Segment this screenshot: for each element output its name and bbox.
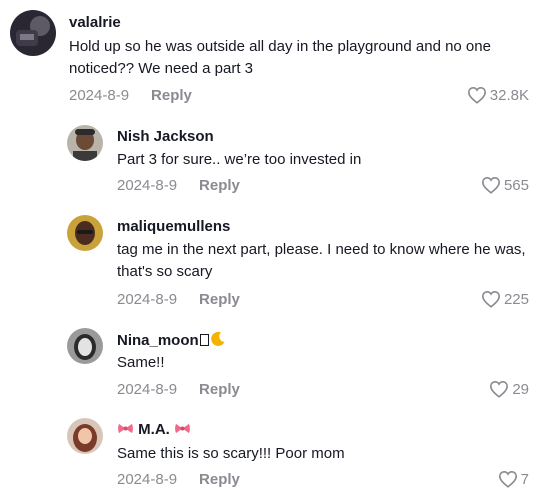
avatar[interactable]: [67, 125, 103, 161]
comment-text: Same this is so scary!!! Poor mom: [117, 445, 345, 462]
like-button[interactable]: 225: [481, 290, 529, 308]
heart-outline-icon: [481, 290, 500, 308]
like-button[interactable]: 29: [489, 380, 529, 398]
comment-meta: 2024-8-9 Reply: [69, 87, 192, 104]
like-count: 29: [512, 380, 529, 398]
comment-meta: 2024-8-9 Reply: [117, 471, 240, 488]
comment-text: Same!!: [117, 354, 165, 371]
like-count: 7: [520, 470, 529, 488]
like-button[interactable]: 565: [481, 176, 529, 194]
comment-text: Part 3 for sure.. we’re too invested in: [117, 151, 362, 168]
comment-username[interactable]: Nish Jackson: [117, 128, 214, 145]
reply-button[interactable]: Reply: [151, 87, 192, 104]
like-button[interactable]: 7: [498, 470, 529, 488]
avatar[interactable]: [10, 10, 56, 56]
comment-username[interactable]: maliquemullens: [117, 218, 230, 235]
comment-date: 2024-8-9: [117, 471, 178, 488]
like-count: 32.8K: [489, 86, 529, 104]
reply-button[interactable]: Reply: [199, 291, 240, 308]
heart-outline-icon: [490, 380, 509, 398]
reply-button[interactable]: Reply: [199, 471, 240, 488]
heart-outline-icon: [467, 86, 486, 104]
comment-date: 2024-8-9: [117, 381, 178, 398]
like-count: 565: [503, 176, 529, 194]
bow-emoji-icon: [118, 423, 133, 434]
like-count: 225: [503, 290, 529, 308]
like-button[interactable]: 32.8K: [467, 86, 529, 104]
comment-meta: 2024-8-9 Reply: [117, 177, 240, 194]
comment-meta: 2024-8-9 Reply: [117, 381, 240, 398]
comment-username[interactable]: M.A.: [117, 421, 191, 438]
comment-text: Hold up so he was outside all day in the…: [69, 38, 491, 77]
missing-glyph-icon: [199, 334, 209, 346]
comment-date: 2024-8-9: [117, 291, 178, 308]
reply-button[interactable]: Reply: [199, 177, 240, 194]
comment-text: tag me in the next part, please. I need …: [117, 241, 526, 280]
comment-meta: 2024-8-9 Reply: [117, 291, 240, 308]
avatar[interactable]: [67, 418, 103, 454]
heart-outline-icon: [481, 176, 500, 194]
heart-outline-icon: [498, 470, 517, 488]
reply-button[interactable]: Reply: [199, 381, 240, 398]
comment-date: 2024-8-9: [117, 177, 178, 194]
avatar[interactable]: [67, 215, 103, 251]
comment-username[interactable]: Nina_moon: [117, 331, 226, 349]
comment-date: 2024-8-9: [69, 87, 130, 104]
bow-emoji-icon: [175, 423, 190, 434]
avatar[interactable]: [67, 328, 103, 364]
comment-username[interactable]: valalrie: [69, 14, 121, 31]
crescent-moon-emoji-icon: [210, 331, 225, 346]
